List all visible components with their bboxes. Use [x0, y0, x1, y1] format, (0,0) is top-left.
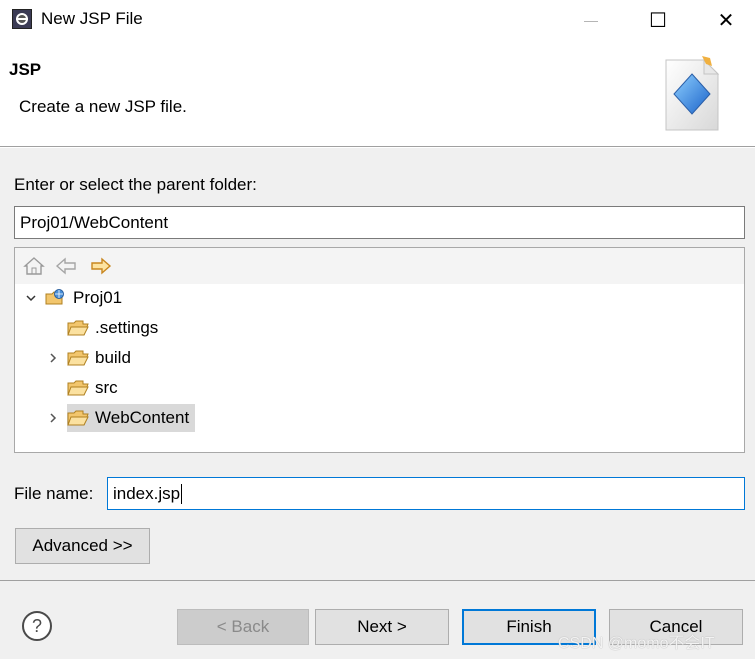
tree-item-label: .settings: [95, 318, 159, 337]
advanced-button[interactable]: Advanced >>: [15, 528, 150, 564]
tree-item-label: src: [95, 378, 118, 397]
tree-item-label: build: [95, 348, 131, 367]
chevron-right-icon[interactable]: [45, 410, 61, 426]
banner-separator: [0, 147, 755, 148]
chevron-right-icon[interactable]: [45, 350, 61, 366]
wizard-description: Create a new JSP file.: [19, 97, 187, 116]
parent-folder-value: Proj01/WebContent: [20, 212, 169, 232]
tree-item-webcontent[interactable]: WebContent: [45, 404, 196, 432]
text-caret: [181, 483, 183, 504]
title-bar: New JSP File — ☐ ✕: [0, 0, 755, 40]
tree-item-src[interactable]: src: [45, 374, 118, 402]
footer-separator: [0, 580, 755, 581]
finish-button-label: Finish: [506, 617, 552, 636]
svg-text:?: ?: [32, 616, 42, 636]
eclipse-app-icon: [12, 9, 32, 29]
advanced-button-label: Advanced >>: [32, 536, 133, 555]
file-name-label: File name:: [14, 484, 94, 503]
close-button[interactable]: ✕: [700, 0, 752, 40]
file-name-input[interactable]: index.jsp: [107, 477, 745, 510]
folder-icon: [67, 350, 89, 366]
tree-item-settings[interactable]: .settings: [45, 314, 158, 342]
home-icon[interactable]: [23, 256, 45, 276]
tree-item-label: WebContent: [95, 408, 190, 427]
wizard-title: JSP: [9, 60, 42, 79]
wizard-banner: JSP Create a new JSP file.: [0, 40, 755, 147]
folder-icon: [67, 410, 89, 426]
tree-item-build[interactable]: build: [45, 344, 131, 372]
folder-icon: [67, 320, 89, 336]
minimize-icon: —: [584, 12, 598, 28]
jsp-file-wizard-icon: [665, 56, 720, 131]
close-icon: ✕: [717, 9, 735, 32]
tree-item-proj01[interactable]: Proj01: [23, 284, 122, 312]
chevron-down-icon[interactable]: [23, 290, 39, 306]
file-name-value: index.jsp: [113, 483, 181, 503]
tree-item-label: Proj01: [73, 288, 123, 307]
back-button-label: < Back: [216, 617, 270, 636]
help-icon[interactable]: ?: [21, 610, 53, 642]
selected-tree-item[interactable]: WebContent: [67, 404, 196, 432]
parent-folder-label: Enter or select the parent folder:: [14, 175, 257, 194]
window-title: New JSP File: [41, 9, 143, 28]
next-button[interactable]: Next >: [315, 609, 449, 645]
tree-toolbar: [15, 248, 744, 284]
forward-arrow-icon[interactable]: [90, 256, 112, 276]
folder-icon: [67, 380, 89, 396]
maximize-icon: ☐: [649, 9, 667, 32]
watermark: CSDN @momo不会IT: [558, 635, 715, 652]
folder-tree[interactable]: Proj01 .settings build src WebContent: [14, 247, 745, 453]
back-arrow-icon[interactable]: [55, 256, 77, 276]
next-button-label: Next >: [357, 617, 407, 636]
maximize-button[interactable]: ☐: [632, 0, 684, 40]
parent-folder-input[interactable]: Proj01/WebContent: [14, 206, 745, 239]
web-project-icon: [45, 289, 64, 305]
minimize-button[interactable]: —: [565, 0, 617, 40]
back-button[interactable]: < Back: [177, 609, 309, 645]
